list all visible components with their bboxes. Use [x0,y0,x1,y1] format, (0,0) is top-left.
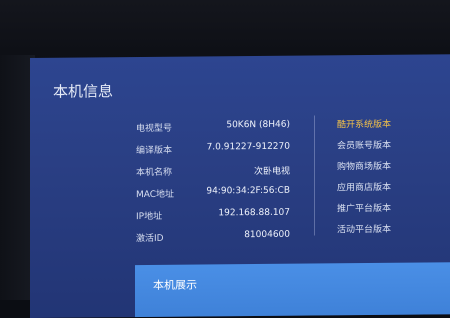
info-label: 激活ID [136,233,164,245]
info-value: 7.0.91227-912270 [206,141,290,153]
side-item-promo-version[interactable]: 推广平台版本 [337,201,391,214]
info-row-mac: MAC地址 94:90:34:2F:56:CB [30,185,330,206]
tv-bezel-top [0,0,450,60]
info-label: 编译版本 [136,145,173,157]
side-item-member-version[interactable]: 会员账号版本 [337,138,391,151]
info-value: 次卧电视 [253,166,290,178]
info-label: IP地址 [136,211,163,223]
device-showcase-label: 本机展示 [153,278,197,292]
info-label: 电视型号 [136,123,173,135]
info-value: 81004600 [244,229,290,241]
device-showcase-card[interactable]: 本机展示 [135,262,450,318]
info-label: MAC地址 [136,189,175,201]
info-value: 94:90:34:2F:56:CB [206,185,290,197]
info-row-model: 电视型号 50K6N (8H46) [30,119,330,140]
info-row-device-name[interactable]: 本机名称 次卧电视 [30,163,330,184]
side-item-system-version[interactable]: 酷开系统版本 [337,117,391,130]
info-row-activation-id: 激活ID 81004600 [30,229,330,250]
side-item-mall-version[interactable]: 购物商场版本 [337,159,391,172]
info-label: 本机名称 [136,167,173,179]
side-item-appstore-version[interactable]: 应用商店版本 [337,180,391,193]
info-row-build: 编译版本 7.0.91227-912270 [30,141,330,162]
info-value: 50K6N (8H46) [226,119,290,131]
info-value: 192.168.88.107 [218,207,290,219]
info-row-ip: IP地址 192.168.88.107 [30,207,330,228]
divider [314,115,315,236]
page-title: 本机信息 [53,82,114,101]
side-item-activity-version[interactable]: 活动平台版本 [337,222,391,235]
tv-screen: 本机信息 电视型号 50K6N (8H46) 编译版本 7.0.91227-91… [30,54,450,318]
